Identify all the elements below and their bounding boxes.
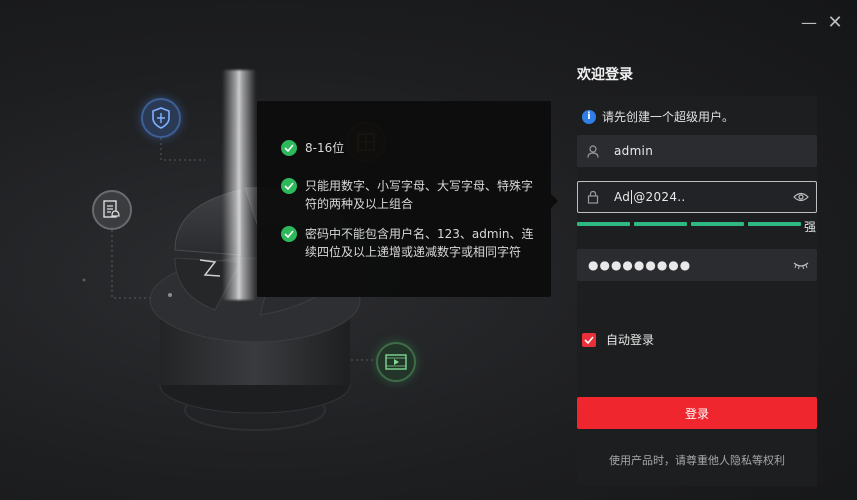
check-icon xyxy=(281,140,297,156)
lock-icon xyxy=(578,190,608,204)
rule-item: 密码中不能包含用户名、123、admin、连续四位及以上递增或递减数字或相同字符 xyxy=(281,225,541,261)
illustration: 8-16位 只能用数字、小写字母、大写字母、特殊字符的两种及以上组合 密码中不能… xyxy=(0,0,560,500)
check-icon xyxy=(281,226,297,242)
strength-label: 强 xyxy=(804,220,817,234)
info-message: i 请先创建一个超级用户。 xyxy=(582,108,734,125)
password-strength-bar xyxy=(577,222,801,226)
confirm-password-field[interactable]: ●●●●●●●●● xyxy=(577,249,817,281)
auto-login-checkbox[interactable] xyxy=(582,332,596,347)
eye-closed-icon[interactable] xyxy=(786,260,816,270)
page-title: 欢迎登录 xyxy=(577,67,633,83)
rule-item: 只能用数字、小写字母、大写字母、特殊字符的两种及以上组合 xyxy=(281,177,541,213)
strength-segment xyxy=(634,222,687,226)
auto-login-label: 自动登录 xyxy=(606,333,655,347)
rule-text: 8-16位 xyxy=(305,141,345,155)
rule-item: 8-16位 xyxy=(281,139,541,157)
strength-segment xyxy=(748,222,801,226)
info-text: 请先创建一个超级用户。 xyxy=(602,110,735,124)
strength-segment xyxy=(577,222,630,226)
privacy-notice: 使用产品时，请尊重他人隐私等权利 xyxy=(609,454,785,467)
strength-segment xyxy=(691,222,744,226)
login-panel: 欢迎登录 i 请先创建一个超级用户。 admin Ad @2024.. 强 ●●… xyxy=(560,0,857,500)
video-icon xyxy=(376,342,416,382)
eye-icon[interactable] xyxy=(786,192,816,202)
confirm-password-value[interactable]: ●●●●●●●●● xyxy=(588,258,786,272)
login-window: — ✕ 8-16位 只能用数字、小写字母、大写字母、特殊字符的两种及以上组合 密… xyxy=(0,0,857,500)
auto-login-toggle[interactable]: 自动登录 xyxy=(582,331,654,348)
user-icon xyxy=(578,144,608,158)
document-bell-icon xyxy=(92,190,132,230)
password-text-after: @2024.. xyxy=(633,189,686,204)
password-text-before: Ad xyxy=(614,189,631,204)
rule-text: 密码中不能包含用户名、123、admin、连续四位及以上递增或递减数字或相同字符 xyxy=(305,227,534,259)
password-rules-tooltip: 8-16位 只能用数字、小写字母、大写字母、特殊字符的两种及以上组合 密码中不能… xyxy=(257,101,558,297)
light-beam xyxy=(222,70,256,300)
rule-text: 只能用数字、小写字母、大写字母、特殊字符的两种及以上组合 xyxy=(305,179,534,211)
password-value[interactable]: Ad @2024.. xyxy=(614,190,786,205)
info-icon: i xyxy=(582,109,596,124)
shield-icon xyxy=(141,98,181,138)
password-field[interactable]: Ad @2024.. xyxy=(577,181,817,213)
check-icon xyxy=(281,178,297,194)
username-value[interactable]: admin xyxy=(614,144,816,158)
login-button[interactable]: 登录 xyxy=(577,397,817,429)
username-field[interactable]: admin xyxy=(577,135,817,167)
